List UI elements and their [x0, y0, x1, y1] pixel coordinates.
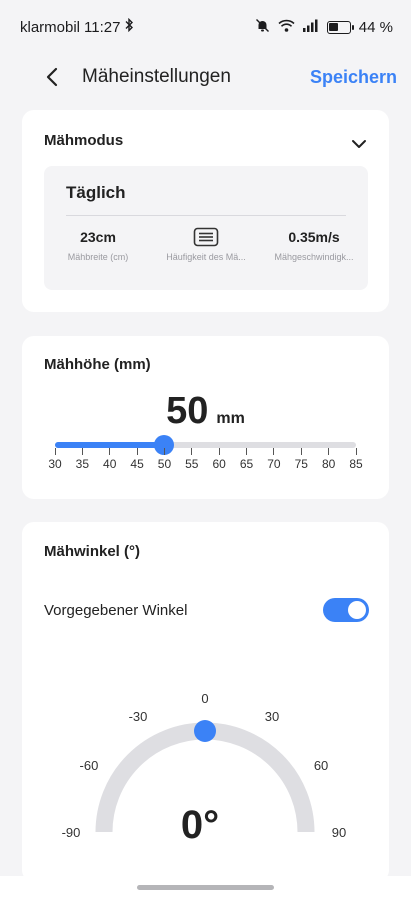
tick-label: 70	[267, 457, 281, 471]
dial-label: -30	[129, 709, 148, 724]
dial-label: 60	[314, 758, 328, 773]
dial-label: -90	[62, 825, 81, 840]
status-bar: klarmobil 11:27 44 %	[0, 0, 411, 54]
page-title: Mäheinstellungen	[82, 66, 231, 87]
stat-speed: 0.35m/s Mähgeschwindigk...	[260, 226, 368, 262]
back-arrow-icon	[46, 67, 58, 87]
dial-label: -60	[80, 758, 99, 773]
stat-value: 0.35m/s	[288, 229, 340, 245]
tick-mark	[81, 448, 83, 455]
back-button[interactable]	[38, 63, 66, 91]
mow-height-title: Mähhöhe (mm)	[44, 356, 151, 373]
height-tick: 60	[207, 448, 231, 471]
tick-mark	[273, 448, 275, 455]
stat-cutting-width: 23cm Mähbreite (cm)	[44, 226, 152, 262]
tick-label: 35	[75, 457, 90, 471]
dial-label: 90	[332, 825, 346, 840]
stat-frequency: Häufigkeit des Mä...	[152, 226, 260, 262]
tick-label: 30	[48, 457, 62, 471]
chevron-down-icon	[352, 140, 366, 148]
tick-label: 80	[321, 457, 336, 471]
height-tick: 35	[70, 448, 94, 471]
stat-label: Mähbreite (cm)	[67, 252, 129, 262]
angle-value: 0°	[181, 803, 219, 847]
battery-percent: 44 %	[358, 18, 393, 36]
tick-mark	[246, 448, 248, 455]
tick-mark	[328, 448, 330, 455]
tick-label: 60	[212, 457, 226, 471]
height-tick: 80	[317, 448, 341, 471]
save-button[interactable]: Speichern	[310, 67, 397, 88]
tick-label: 55	[185, 457, 199, 471]
height-tick: 65	[235, 448, 259, 471]
height-unit: mm	[216, 410, 245, 427]
mode-divider	[66, 215, 346, 216]
height-ticks: 30 35 40 45 50 55 60 65 70 75 80 85	[48, 448, 363, 488]
height-tick: 70	[262, 448, 286, 471]
mode-summary-box[interactable]: Täglich 23cm Mähbreite (cm) Häufigkeit d…	[44, 166, 368, 290]
stat-value: 23cm	[80, 229, 116, 245]
tick-label: 85	[349, 457, 363, 471]
height-tick: 30	[43, 448, 67, 471]
expand-chevron-button[interactable]	[349, 134, 369, 154]
bluetooth-icon	[124, 17, 134, 36]
mow-mode-card: Mähmodus Täglich 23cm Mähbreite (cm) Häu…	[22, 110, 389, 312]
height-tick: 75	[289, 448, 313, 471]
height-readout: 50 mm	[22, 390, 389, 433]
dial-label: 30	[265, 709, 279, 724]
dial-thumb[interactable]	[194, 720, 216, 742]
angle-dial[interactable]: -90 -60 -30 0 30 60 90 0°	[22, 522, 389, 882]
height-tick: 40	[98, 448, 122, 471]
stat-label: Häufigkeit des Mä...	[166, 252, 246, 262]
tick-mark	[191, 448, 193, 455]
carrier-name: klarmobil	[20, 18, 81, 36]
tick-mark	[218, 448, 220, 455]
tick-mark	[300, 448, 302, 455]
height-tick: 85	[344, 448, 368, 471]
tick-label: 45	[130, 457, 144, 471]
mode-name: Täglich	[66, 183, 126, 202]
tick-mark	[109, 448, 111, 455]
height-tick: 55	[180, 448, 204, 471]
mow-height-card: Mähhöhe (mm) 50 mm 30 35 40 45 50 55 60 65 70 75 80…	[22, 336, 389, 499]
stat-label: Mähgeschwindigk...	[274, 252, 354, 262]
wifi-icon	[278, 19, 295, 36]
mute-bell-icon	[255, 18, 270, 37]
mow-mode-title: Mähmodus	[44, 132, 124, 149]
tick-label: 50	[157, 457, 172, 471]
tick-mark	[54, 448, 56, 455]
tick-label: 75	[294, 457, 308, 471]
clock: 11:27	[84, 18, 121, 36]
tick-mark	[163, 448, 165, 455]
height-tick: 50	[152, 448, 176, 471]
tick-label: 40	[103, 457, 117, 471]
mow-angle-card: Mähwinkel (°) Vorgegebener Winkel -90 -60…	[22, 522, 389, 882]
dial-label: 0	[201, 691, 208, 706]
top-app-bar: Mäheinstellungen Speichern	[0, 54, 411, 100]
layers-icon	[152, 226, 260, 248]
height-tick: 45	[125, 448, 149, 471]
tick-mark	[136, 448, 138, 455]
tick-mark	[355, 448, 357, 455]
tick-label: 65	[239, 457, 254, 471]
signal-icon	[302, 19, 319, 36]
home-indicator[interactable]	[137, 885, 274, 890]
battery-icon	[326, 20, 354, 34]
height-value: 50	[166, 390, 209, 432]
